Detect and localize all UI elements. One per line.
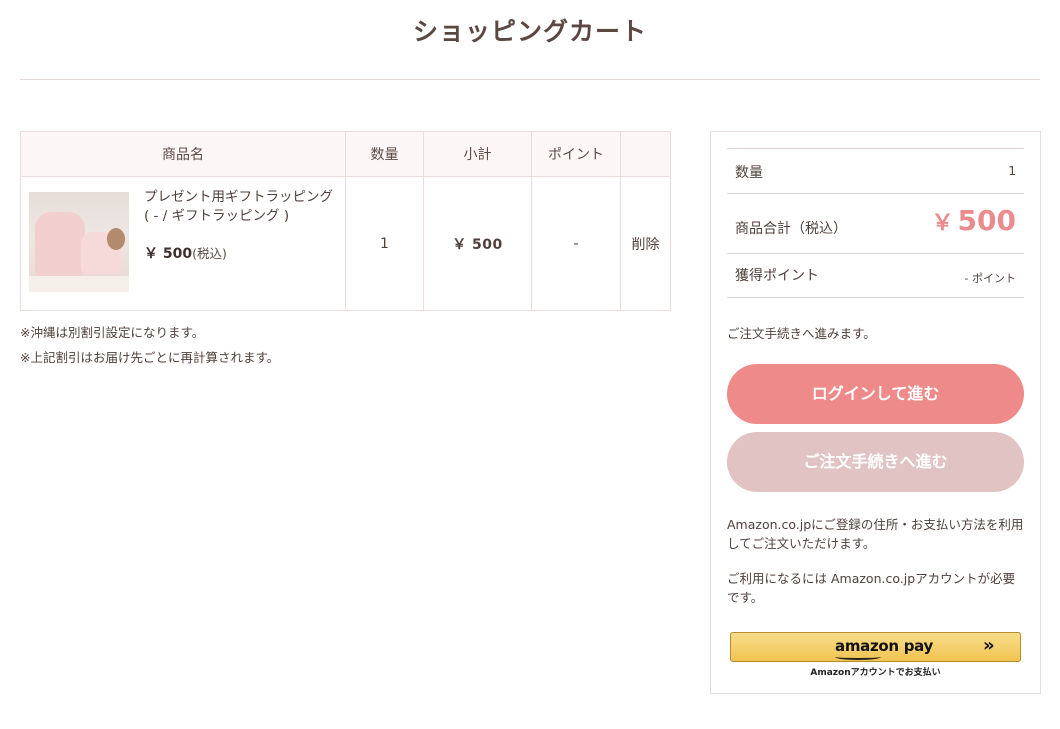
proceed-text: ご注文手続きへ進みます。 xyxy=(727,326,876,341)
table-row: プレゼント用ギフトラッピング ( - / ギフトラッピング ) ￥ 500(税込… xyxy=(20,176,671,311)
login-proceed-button[interactable]: ログインして進む xyxy=(727,364,1024,424)
title-divider xyxy=(20,79,1040,80)
amazon-pay-logo: amazon pay xyxy=(835,637,933,655)
points-cell: - xyxy=(531,176,621,311)
amazon-pay-caption: Amazonアカウントでお支払い xyxy=(810,668,941,678)
cart-header-row: 商品名 数量 小計 ポイント xyxy=(20,131,671,177)
currency-symbol: ￥ xyxy=(931,211,954,236)
cart-table: 商品名 数量 小計 ポイント プレゼント用ギフトラッピング ( - / ギフトラ… xyxy=(20,131,671,311)
header-product: 商品名 xyxy=(20,131,346,177)
note-recalc: ※上記割引はお届け先ごとに再計算されます。 xyxy=(20,350,280,365)
delete-button[interactable]: 削除 xyxy=(620,176,671,311)
amazon-smile-icon xyxy=(835,654,881,660)
summary-quantity-label: 数量 xyxy=(735,165,763,181)
product-tax-label: (税込) xyxy=(192,246,227,261)
summary-points-label: 獲得ポイント xyxy=(735,268,819,284)
gift-bag-shape xyxy=(35,212,85,278)
product-price-value: ￥ 500 xyxy=(144,246,193,262)
note-okinawa: ※沖縄は別割引設定になります。 xyxy=(20,325,205,340)
table-shape xyxy=(29,276,129,292)
product-name-block: プレゼント用ギフトラッピング ( - / ギフトラッピング ) xyxy=(144,188,339,226)
summary-total-label: 商品合計（税込） xyxy=(735,221,847,237)
header-action xyxy=(620,131,671,177)
amazon-pay-button[interactable]: amazon pay » xyxy=(730,632,1021,662)
page-title: ショッピングカート xyxy=(412,17,647,46)
teddy-bear-shape xyxy=(107,228,125,250)
order-summary-panel: 数量 1 商品合計（税込） ￥ 500 獲得ポイント - ポイント ご注文手続きへ… xyxy=(710,131,1041,694)
summary-points-value: - ポイント xyxy=(964,272,1016,285)
product-price: ￥ 500(税込) xyxy=(144,243,227,263)
double-chevron-icon: » xyxy=(983,635,995,656)
amazon-info-text: Amazon.co.jpにご登録の住所・お支払い方法を利用してご注文いただけます… xyxy=(727,517,1024,551)
product-cell: プレゼント用ギフトラッピング ( - / ギフトラッピング ) ￥ 500(税込… xyxy=(20,176,346,311)
summary-quantity-value: 1 xyxy=(1008,164,1016,178)
product-thumbnail[interactable] xyxy=(29,192,129,292)
summary-total-value: ￥ 500 xyxy=(932,204,1016,237)
header-points: ポイント xyxy=(531,131,621,177)
summary-points-row: 獲得ポイント - ポイント xyxy=(727,253,1024,298)
subtotal-cell: ￥ 500 xyxy=(423,176,532,311)
header-subtotal: 小計 xyxy=(423,131,532,177)
product-name[interactable]: プレゼント用ギフトラッピング xyxy=(144,188,339,207)
amazon-account-text: ご利用になるには Amazon.co.jpアカウントが必要です。 xyxy=(727,571,1016,605)
summary-total-amount: 500 xyxy=(957,204,1016,237)
summary-quantity-row: 数量 1 xyxy=(727,148,1024,193)
order-proceed-button[interactable]: ご注文手続きへ進む xyxy=(727,432,1024,492)
header-quantity: 数量 xyxy=(345,131,424,177)
summary-total-row: 商品合計（税込） ￥ 500 xyxy=(727,193,1024,253)
product-variant: ( - / ギフトラッピング ) xyxy=(144,208,290,224)
quantity-cell: 1 xyxy=(345,176,424,311)
